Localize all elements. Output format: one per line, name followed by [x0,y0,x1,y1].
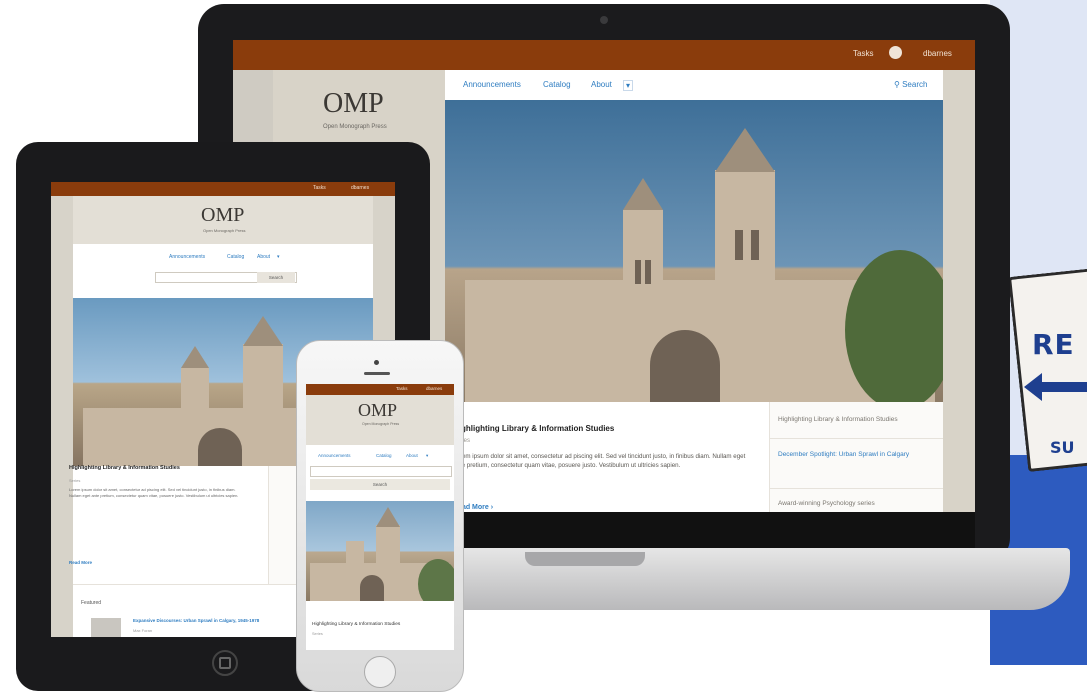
site-logo[interactable]: OMP [201,204,244,227]
sidebar-divider [770,438,944,439]
banner-sign-text: RE [1032,328,1075,361]
sidebar-divider [770,488,944,489]
home-square-icon [219,657,231,669]
site-logo[interactable]: OMP [358,400,397,421]
sidebar-item-1[interactable]: Highlighting Library & Information Studi… [778,416,898,423]
nav-about[interactable]: About [591,80,612,89]
chevron-down-icon[interactable]: ▾ [277,254,280,260]
article-title[interactable]: Highlighting Library & Information Studi… [312,622,400,627]
article-panel [73,466,268,584]
article-title[interactable]: Highlighting Library & Information Studi… [69,465,180,471]
article-series: Series [69,478,81,483]
user-menu[interactable]: dbarnes [426,386,442,391]
arrow-left-icon [1024,373,1087,401]
featured-title[interactable]: Expansive Discourses: Urban Sprawl in Ca… [133,618,259,623]
phone-home-button[interactable] [364,656,396,688]
nav-announcements[interactable]: Announcements [169,254,205,260]
search-input[interactable] [310,466,452,477]
article-title[interactable]: Highlighting Library & Information Studi… [453,424,614,433]
article-body: Lorem ipsum dolor sit amet, consectetur … [453,453,746,469]
tasks-link[interactable]: Tasks [396,386,408,391]
phone-screen: Tasks dbarnes OMP Open Monograph Press A… [306,384,454,650]
hero-image [445,100,943,402]
featured-author: Max Foran [133,628,153,633]
article-body: Lorem ipsum dolor sit amet, consectetur … [69,487,239,498]
phone-camera [374,360,379,365]
nav-announcements[interactable]: Announcements [318,453,351,458]
chevron-down-icon[interactable]: ▾ [623,80,634,91]
hero-image [306,501,454,601]
sidebar: Highlighting Library & Information Studi… [769,402,944,512]
site-logo[interactable]: OMP [323,88,384,120]
site-logo-subtitle: Open Monograph Press [323,124,387,130]
nav-about[interactable]: About [257,254,270,260]
featured-thumbnail[interactable] [91,618,121,637]
sidebar-item-3[interactable]: Award-winning Psychology series [778,500,875,507]
top-bar [51,182,395,196]
main-nav [73,244,373,298]
site-logo-subtitle: Open Monograph Press [362,422,400,426]
search-button[interactable]: Search [257,272,295,283]
article-panel: Highlighting Library & Information Studi… [445,402,769,512]
nav-announcements[interactable]: Announcements [463,80,521,89]
article-series: Series [312,632,323,636]
tasks-link[interactable]: Tasks [853,49,873,58]
tasks-link[interactable]: Tasks [313,185,326,191]
nav-catalog[interactable]: Catalog [543,80,571,89]
featured-heading: Featured [81,600,102,606]
chevron-down-icon[interactable]: ▾ [426,453,428,459]
search-icon: ⚲ [894,80,903,89]
search-button[interactable]: Search [310,479,450,490]
sidebar-item-2[interactable]: December Spotlight: Urban Sprawl in Calg… [778,450,928,459]
read-more-link[interactable]: Read More [69,560,92,565]
phone-speaker [364,372,390,375]
user-menu[interactable]: dbarnes [351,185,369,191]
chevron-right-icon: › [490,504,494,511]
nav-about[interactable]: About [406,453,418,458]
user-menu[interactable]: dbarnes [923,49,952,58]
search-label: Search [902,80,928,89]
laptop-notch [525,552,645,566]
right-gutter [943,70,975,512]
search-link[interactable]: ⚲ Search [894,80,927,89]
nav-catalog[interactable]: Catalog [376,453,392,458]
banner-sign-text-2: SU [1050,438,1075,457]
nav-catalog[interactable]: Catalog [227,254,244,260]
laptop-camera [600,16,608,24]
site-logo-subtitle: Open Monograph Press [203,228,246,233]
tasks-badge [889,46,902,59]
